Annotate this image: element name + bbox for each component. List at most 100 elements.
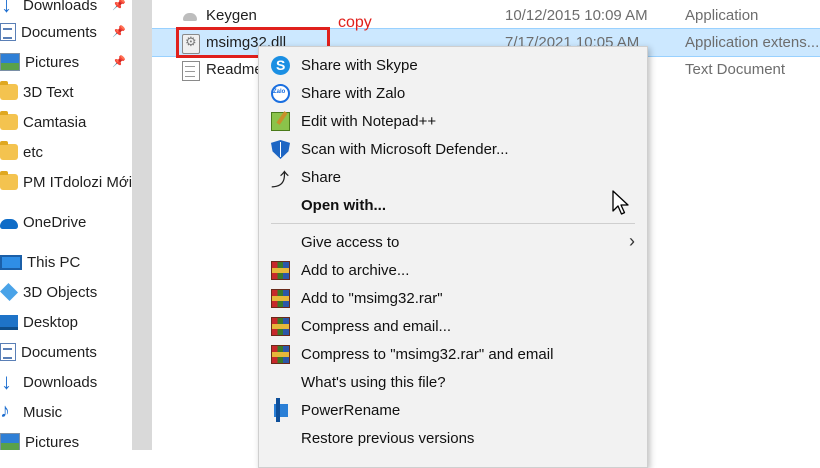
chevron-right-icon: › — [629, 231, 635, 251]
cloud-icon — [0, 219, 18, 229]
menu-item-label: Restore previous versions — [301, 430, 475, 447]
winrar-icon — [271, 345, 290, 364]
menu-item-label: Add to "msimg32.rar" — [301, 290, 443, 307]
sidebar-item-label: Music — [23, 403, 63, 421]
pin-icon: 📌 — [112, 26, 126, 38]
share-icon — [271, 166, 290, 192]
folder-icon — [0, 81, 18, 100]
desktop-icon — [0, 314, 18, 330]
file-row-keygen[interactable]: Keygen 10/12/2015 10:09 AM Application — [152, 2, 820, 29]
sidebar-item-label: etc — [23, 143, 44, 161]
menu-item-give-access[interactable]: Give access to › — [259, 228, 647, 256]
music-icon — [0, 400, 18, 423]
sidebar-item-documents-quick[interactable]: Documents 📌 — [0, 20, 132, 44]
sidebar-item-camtasia[interactable]: Camtasia — [0, 110, 132, 134]
sidebar-item-this-pc[interactable]: This PC — [0, 250, 132, 274]
sidebar-item-label: Documents — [21, 343, 97, 361]
application-icon — [182, 7, 198, 25]
menu-item-add-archive[interactable]: Add to archive... — [259, 256, 647, 284]
menu-item-label: Compress and email... — [301, 318, 452, 335]
copy-annotation: copy — [338, 14, 372, 31]
defender-shield-icon — [271, 140, 290, 159]
folder-icon — [0, 171, 18, 190]
file-type: Application — [685, 7, 759, 24]
sidebar-item-3d-objects[interactable]: 3D Objects — [0, 280, 132, 304]
pictures-icon — [0, 433, 20, 450]
context-menu: Share with Skype Share with Zalo Edit wi… — [258, 46, 648, 468]
power-rename-icon — [274, 398, 288, 422]
menu-item-add-rar[interactable]: Add to "msimg32.rar" — [259, 284, 647, 312]
winrar-icon — [271, 317, 290, 336]
file-type: Text Document — [685, 61, 786, 78]
pane-splitter[interactable] — [132, 0, 152, 450]
menu-item-label: PowerRename — [301, 402, 401, 419]
sidebar-item-label: 3D Objects — [23, 283, 98, 301]
sidebar-item-pm-itdolozi[interactable]: PM ITdolozi Mới — [0, 170, 132, 194]
document-icon — [0, 343, 16, 361]
pin-icon: 📌 — [112, 56, 126, 68]
document-icon — [0, 23, 16, 41]
sidebar-item-etc[interactable]: etc — [0, 140, 132, 164]
menu-item-label: Give access to — [301, 234, 400, 251]
menu-item-label: What's using this file? — [301, 374, 446, 391]
sidebar-item-music[interactable]: Music — [0, 400, 132, 424]
menu-item-share-zalo[interactable]: Share with Zalo — [259, 79, 647, 107]
zalo-icon — [271, 84, 290, 103]
sidebar-item-label: Camtasia — [23, 113, 87, 131]
file-name: Keygen — [206, 7, 257, 24]
menu-item-label: Open with... — [301, 197, 386, 214]
sidebar-item-label: This PC — [27, 253, 81, 271]
notepad-plus-plus-icon — [271, 112, 290, 131]
menu-item-label: Compress to "msimg32.rar" and email — [301, 346, 554, 363]
text-file-icon — [182, 61, 200, 81]
sidebar-item-pictures-quick[interactable]: Pictures 📌 — [0, 50, 132, 74]
file-type: Application extens... — [685, 34, 820, 51]
download-icon — [0, 369, 18, 395]
sidebar-item-pictures[interactable]: Pictures — [0, 430, 132, 450]
cube-icon — [0, 282, 19, 302]
folder-icon — [0, 141, 18, 160]
sidebar-item-label: 3D Text — [23, 83, 74, 101]
sidebar-item-downloads[interactable]: Downloads — [0, 369, 132, 395]
folder-icon — [0, 111, 18, 130]
sidebar-item-label: PM ITdolozi Mới — [23, 173, 132, 191]
menu-item-share[interactable]: Share — [259, 163, 647, 192]
sidebar-item-label: Pictures — [25, 433, 80, 451]
menu-item-whats-using[interactable]: What's using this file? — [259, 368, 647, 396]
file-date: 10/12/2015 10:09 AM — [505, 7, 648, 24]
menu-item-open-with[interactable]: Open with... — [259, 191, 647, 219]
sidebar-item-label: Downloads — [23, 0, 98, 14]
sidebar-item-label: Downloads — [23, 373, 98, 391]
sidebar-item-label: Documents — [21, 23, 97, 41]
menu-item-label: Share with Zalo — [301, 85, 406, 102]
sidebar-item-desktop[interactable]: Desktop — [0, 310, 132, 334]
sidebar-item-documents[interactable]: Documents — [0, 340, 132, 364]
menu-item-label: Share — [301, 169, 342, 186]
menu-item-compress-rar-email[interactable]: Compress to "msimg32.rar" and email — [259, 340, 647, 368]
sidebar-item-onedrive[interactable]: OneDrive — [0, 210, 132, 234]
navigation-pane: Downloads 📌 Documents 📌 Pictures 📌 3D Te… — [0, 0, 132, 450]
file-name: Readme — [206, 61, 263, 78]
sidebar-item-label: OneDrive — [23, 213, 87, 231]
pin-icon: 📌 — [112, 0, 126, 11]
pictures-icon — [0, 53, 20, 71]
sidebar-item-label: Desktop — [23, 313, 79, 331]
sidebar-item-label: Pictures — [25, 53, 80, 71]
winrar-icon — [271, 261, 290, 280]
sidebar-item-3d-text[interactable]: 3D Text — [0, 80, 132, 104]
menu-item-share-skype[interactable]: Share with Skype — [259, 51, 647, 79]
download-icon — [0, 0, 18, 18]
menu-item-scan-defender[interactable]: Scan with Microsoft Defender... — [259, 135, 647, 163]
menu-separator — [271, 223, 635, 224]
menu-item-restore-versions[interactable]: Restore previous versions — [259, 424, 647, 452]
menu-item-label: Scan with Microsoft Defender... — [301, 141, 509, 158]
menu-item-power-rename[interactable]: PowerRename — [259, 396, 647, 424]
menu-item-compress-email[interactable]: Compress and email... — [259, 312, 647, 340]
sidebar-item-downloads-quick[interactable]: Downloads 📌 — [0, 0, 132, 18]
menu-item-label: Add to archive... — [301, 262, 410, 279]
winrar-icon — [271, 289, 290, 308]
menu-item-label: Share with Skype — [301, 57, 418, 74]
menu-item-edit-notepad[interactable]: Edit with Notepad++ — [259, 107, 647, 135]
menu-item-label: Edit with Notepad++ — [301, 113, 437, 130]
skype-icon — [271, 56, 290, 75]
